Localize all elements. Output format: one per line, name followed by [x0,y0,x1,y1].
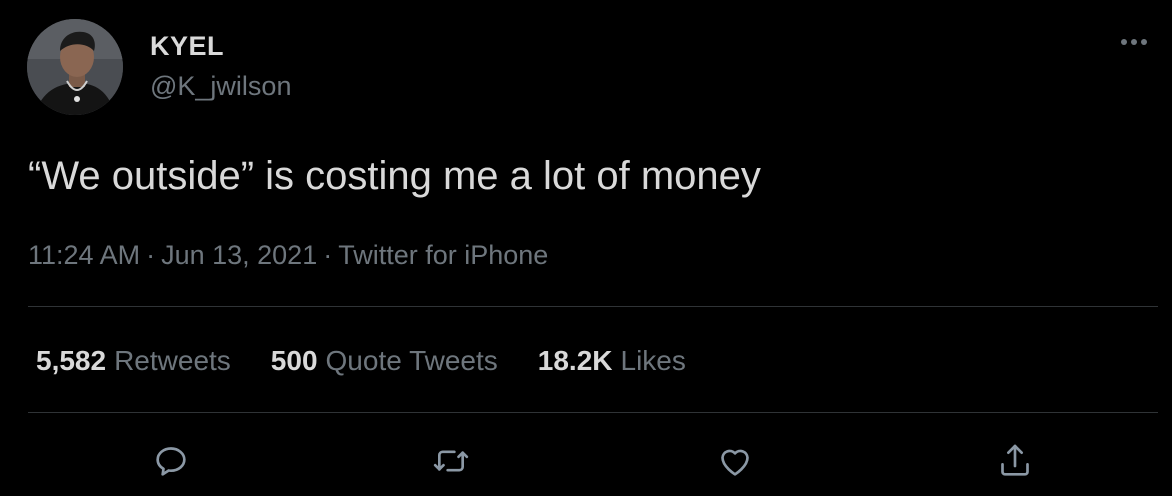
tweet-source[interactable]: Twitter for iPhone [338,240,548,270]
tweet-stats: 5,582 Retweets 500 Quote Tweets 18.2K Likes [36,343,726,379]
likes-stat[interactable]: 18.2K Likes [538,343,686,379]
quote-tweets-label: Quote Tweets [325,345,498,376]
retweets-label: Retweets [114,345,231,376]
like-icon [721,449,749,476]
more-options-icon[interactable] [1118,30,1150,54]
reply-icon [156,447,186,476]
tweet-time[interactable]: 11:24 AM [28,240,140,270]
quote-tweets-stat[interactable]: 500 Quote Tweets [271,343,498,379]
retweet-button[interactable] [430,440,472,482]
divider [28,306,1158,307]
retweet-icon [433,450,469,472]
quote-tweets-count: 500 [270,345,318,376]
user-handle[interactable]: @K_jwilson [150,70,291,102]
meta-separator: · [323,240,333,270]
divider [28,412,1158,413]
meta-separator: · [146,240,156,270]
avatar-image [27,19,123,115]
retweets-count: 5,582 [36,345,107,376]
likes-label: Likes [620,345,686,376]
share-icon [1001,444,1029,476]
tweet-meta: 11:24 AM · Jun 13, 2021 · Twitter for iPhone [28,238,548,272]
avatar[interactable] [27,19,123,115]
retweets-stat[interactable]: 5,582 Retweets [36,343,231,379]
like-button[interactable] [714,440,756,482]
tweet-date[interactable]: Jun 13, 2021 [161,240,317,270]
display-name[interactable]: KYEL [150,30,224,62]
tweet-detail: KYEL @K_jwilson “We outside” is costing … [0,0,1172,496]
tweet-text: “We outside” is costing me a lot of mone… [28,154,761,198]
likes-count: 18.2K [537,345,613,376]
reply-button[interactable] [150,440,192,482]
share-button[interactable] [994,440,1036,482]
